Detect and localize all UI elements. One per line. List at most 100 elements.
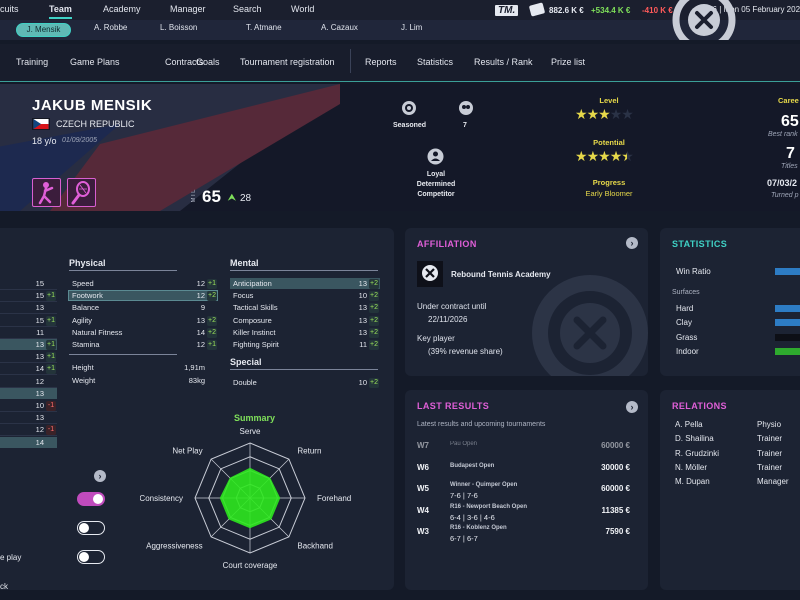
partial-attribute-delta: -1 [46,401,56,411]
mtl-growth: 28 [240,193,252,204]
physical-extra-value: 1,91m [184,363,205,372]
academy-name: Rebound Tennis Academy [451,270,551,279]
subnav-game-plans[interactable]: Game Plans [70,57,120,67]
subnav-training[interactable]: Training [16,57,48,67]
nav-team[interactable]: Team [49,4,72,19]
partial-attribute-value: 15 [35,279,44,288]
player-name: JAKUB MENSIK [32,97,153,114]
surface-clay-bar [775,319,800,326]
setting-toggle[interactable] [77,521,105,535]
player-tab-cazaux[interactable]: A. Cazaux [321,23,358,32]
player-age: 18 y/o [32,136,57,146]
setting-toggle[interactable] [77,550,105,564]
relation-role: Physio [757,420,782,429]
physical-extra-name: Height [72,363,94,372]
setting-toggle[interactable] [77,492,105,506]
attribute-delta: +2 [369,315,379,326]
nav-world[interactable]: World [291,4,314,14]
expand-arrow-button[interactable]: › [94,470,106,482]
trait-loyal: Loyal [426,171,446,178]
result-week: W6 [417,462,429,472]
partial-attribute-value: 12 [35,376,44,386]
mental-divider [230,270,378,271]
player-tab-mensik[interactable]: J. Mensik [16,23,71,37]
result-prize: 11385 € [601,505,630,515]
nav-search[interactable]: Search [233,4,262,14]
attribute-value: 9 [200,303,205,313]
result-tournament[interactable]: Winner - Quimper Open [450,482,517,488]
toggle-knob [79,552,89,562]
revenue-share: (39% revenue share) [428,347,503,356]
attribute-delta: +2 [369,327,379,338]
result-tournament[interactable]: R16 - Newport Beach Open [450,504,527,510]
mtl-value: 65 [202,187,221,206]
attribute-delta: +2 [369,303,379,314]
physical-extra-value: 83kg [188,375,205,385]
nav-academy[interactable]: Academy [103,4,141,14]
growth-icon: ⮝ [228,192,236,202]
subnav-goals[interactable]: Goals [196,57,220,67]
player-tab-lim[interactable]: J. Lim [401,23,422,32]
progress-label: Progress [592,178,626,187]
partial-row-divider [0,313,57,315]
relation-name[interactable]: M. Dupan [675,477,710,486]
subnav-tournament-registration[interactable]: Tournament registration [240,57,335,67]
subnav-statistics[interactable]: Statistics [417,57,453,67]
attribute-delta: +2 [207,327,217,338]
subnav-prize-list[interactable]: Prize list [551,57,585,67]
career-best-rank-label: Best rank [768,131,798,138]
forehand-style-button[interactable] [32,178,61,207]
partial-attribute-delta: +1 [46,352,56,363]
result-week: W3 [417,527,429,536]
result-tournament[interactable]: R16 - Koblenz Open [450,525,507,531]
attribute-value: 14 [196,327,205,337]
relation-name[interactable]: D. Shailina [675,434,714,443]
result-tournament[interactable]: Pau Open [450,441,477,447]
career-turned-pro-date: 07/03/2 [767,178,798,188]
status-label: Seasoned [393,122,427,129]
subnav-results-rank[interactable]: Results / Rank [474,57,533,67]
special-divider [230,369,378,370]
surface-indoor-bar [775,348,800,355]
balance: 882.6 K € [549,6,584,15]
win-ratio-bar [775,268,800,275]
attribute-value: 12 [196,291,205,301]
partial-attribute-delta: +1 [46,315,56,326]
racket-style-button[interactable] [67,178,96,207]
player-tab-boisson[interactable]: L. Boisson [160,23,197,32]
player-tab-robbe[interactable]: A. Robbe [94,23,127,32]
toggle-knob [93,494,103,504]
relation-name[interactable]: R. Grudzinki [675,449,719,458]
surface-clay: Clay [676,318,693,327]
subnav-reports[interactable]: Reports [365,57,397,67]
attribute-value: 13 [358,303,367,313]
mental-title: Mental [230,258,259,268]
partial-attribute-value: 13 [35,352,44,362]
affiliation-more-button[interactable]: › [626,237,638,249]
player-tab-atmane[interactable]: T. Atmane [246,23,282,32]
relation-name[interactable]: N. Möller [675,463,707,472]
key-player-label: Key player [417,334,455,343]
tm-logo: TM. [495,5,519,16]
nav-circuits[interactable]: cuits [0,4,19,14]
attribute-name: Speed [72,279,94,288]
relation-name[interactable]: A. Pella [675,420,703,429]
last-results-more-button[interactable]: › [626,401,638,413]
nav-manager[interactable]: Manager [170,4,206,14]
contract-label: Under contract until [417,302,487,311]
attribute-name: Natural Fitness [72,327,123,337]
result-tournament[interactable]: Budapest Open [450,463,494,469]
titles-count: 7 [463,122,467,129]
attribute-delta: +1 [207,279,217,289]
attribute-delta: +2 [369,291,379,302]
attribute-value: 10 [358,378,367,387]
attribute-value: 12 [196,340,205,349]
subnav-divider [350,49,351,73]
partial-attribute-delta: +1 [46,340,56,350]
partial-attribute-value: 12 [35,425,44,435]
toggle-label: ck [0,582,8,591]
radar-axis-label: Consistency [140,494,183,503]
result-score: 6-7 | 6-7 [450,534,478,543]
result-prize: 60000 € [601,441,630,450]
partial-attribute-value: 15 [35,291,44,301]
